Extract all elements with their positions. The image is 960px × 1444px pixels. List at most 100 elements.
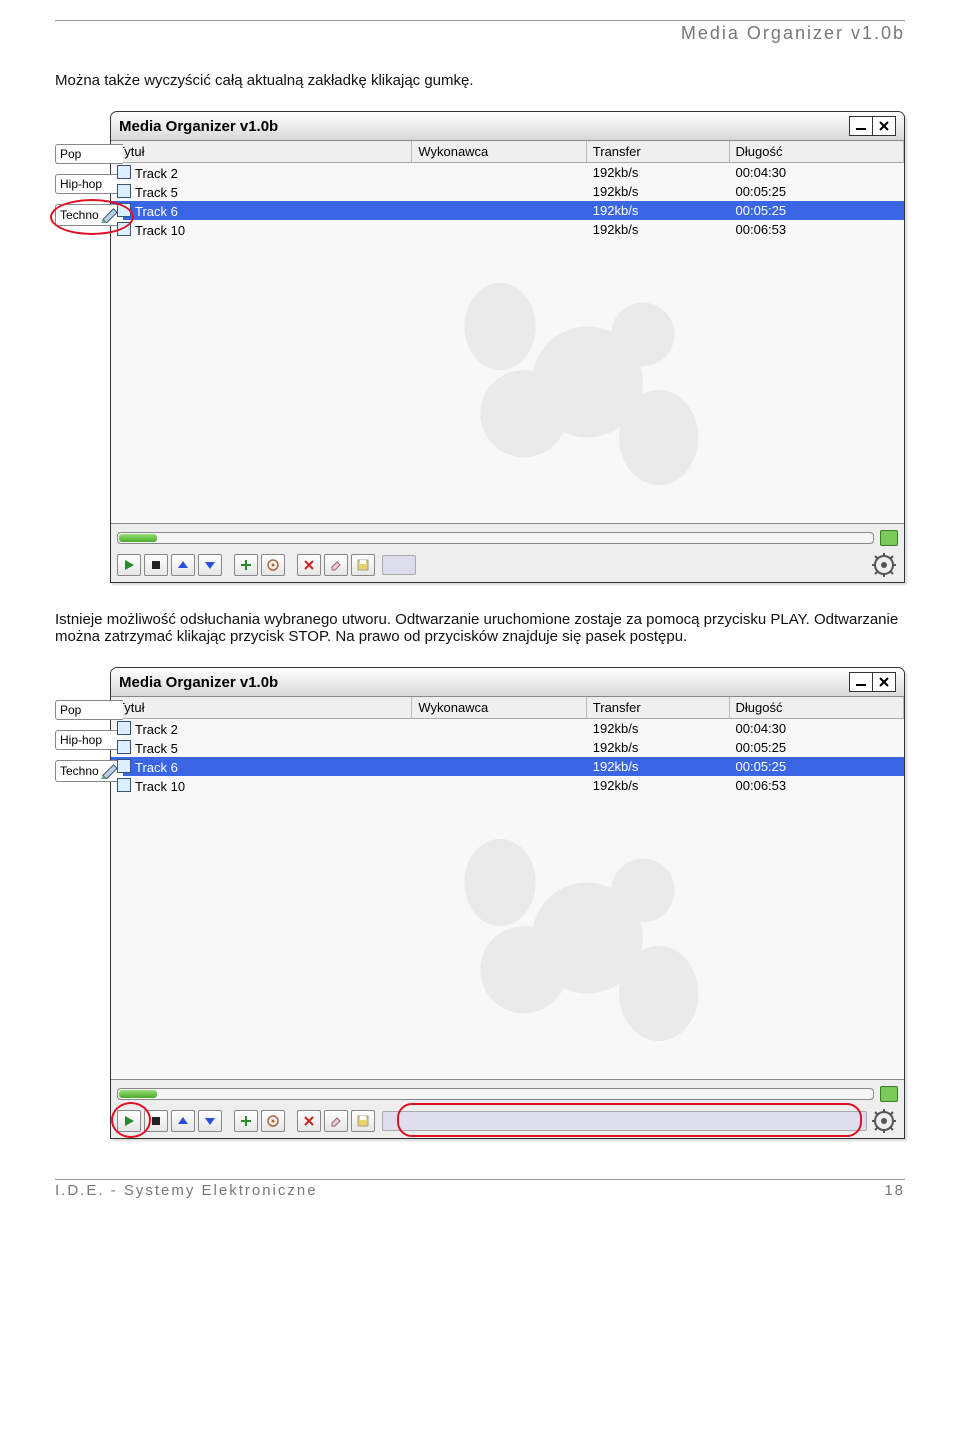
- stop-button[interactable]: [144, 1110, 168, 1132]
- tab-techno-label: Techno: [60, 208, 99, 222]
- cell-transfer: 192kb/s: [587, 202, 730, 219]
- list-row-selected[interactable]: Track 6 192kb/s 00:05:25: [111, 201, 904, 220]
- cell-artist: [412, 747, 586, 749]
- cd-button[interactable]: [261, 1110, 285, 1132]
- col-artist[interactable]: Wykonawca: [412, 141, 586, 162]
- delete-button[interactable]: [297, 1110, 321, 1132]
- cell-transfer: 192kb/s: [587, 164, 730, 181]
- side-tabs: Pop Hip-hop Techno: [55, 144, 123, 226]
- file-icon: [117, 740, 131, 754]
- tab-pop-label: Pop: [60, 147, 81, 161]
- col-length[interactable]: Długość: [730, 697, 904, 718]
- delete-button[interactable]: [297, 554, 321, 576]
- cell-transfer: 192kb/s: [587, 720, 730, 737]
- cell-title: Track 6: [135, 760, 178, 775]
- eject-button[interactable]: [880, 1086, 898, 1102]
- down-button[interactable]: [198, 554, 222, 576]
- play-button[interactable]: [117, 554, 141, 576]
- list-row[interactable]: Track 5 192kb/s 00:05:25: [111, 182, 904, 201]
- play-button[interactable]: [117, 1110, 141, 1132]
- save-button[interactable]: [351, 1110, 375, 1132]
- list-row-selected[interactable]: Track 6 192kb/s 00:05:25: [111, 757, 904, 776]
- tab-hiphop-label: Hip-hop: [60, 733, 102, 747]
- close-button[interactable]: [872, 116, 896, 136]
- tab-techno[interactable]: Techno: [55, 760, 123, 782]
- list-row[interactable]: Track 2 192kb/s 00:04:30: [111, 719, 904, 738]
- up-button[interactable]: [171, 1110, 195, 1132]
- tab-hiphop-label: Hip-hop: [60, 177, 102, 191]
- add-button[interactable]: [234, 554, 258, 576]
- list-row[interactable]: Track 10 192kb/s 00:06:53: [111, 220, 904, 239]
- titlebar: Media Organizer v1.0b: [111, 668, 904, 697]
- cell-artist: [412, 172, 586, 174]
- header-title: Media Organizer v1.0b: [55, 23, 905, 44]
- list-body: Track 2 192kb/s 00:04:30 Track 5 192kb/s…: [111, 163, 904, 523]
- down-button[interactable]: [198, 1110, 222, 1132]
- app-window: Media Organizer v1.0b Tytuł Wykonawca Tr…: [110, 111, 905, 583]
- col-length[interactable]: Długość: [730, 141, 904, 162]
- add-button[interactable]: [234, 1110, 258, 1132]
- cell-length: 00:05:25: [730, 202, 904, 219]
- eraser-button[interactable]: [324, 554, 348, 576]
- save-button[interactable]: [351, 554, 375, 576]
- tab-pop[interactable]: Pop: [55, 144, 123, 164]
- list-header: Tytuł Wykonawca Transfer Długość: [111, 141, 904, 163]
- col-transfer[interactable]: Transfer: [587, 141, 730, 162]
- file-icon: [117, 721, 131, 735]
- cell-length: 00:04:30: [730, 720, 904, 737]
- col-artist[interactable]: Wykonawca: [412, 697, 586, 718]
- list-body: Track 2 192kb/s 00:04:30 Track 5 192kb/s…: [111, 719, 904, 1079]
- playback-progress[interactable]: [382, 555, 416, 575]
- file-icon: [117, 222, 131, 236]
- cell-title: Track 6: [135, 204, 178, 219]
- settings-button[interactable]: [870, 1108, 898, 1134]
- tab-pop[interactable]: Pop: [55, 700, 123, 720]
- footer-page: 18: [884, 1182, 905, 1199]
- cell-transfer: 192kb/s: [587, 777, 730, 794]
- cell-title: Track 5: [135, 741, 178, 756]
- cell-transfer: 192kb/s: [587, 183, 730, 200]
- up-button[interactable]: [171, 554, 195, 576]
- cell-length: 00:06:53: [730, 221, 904, 238]
- statusbar: [111, 523, 904, 582]
- file-icon: [117, 184, 131, 198]
- cell-length: 00:05:25: [730, 183, 904, 200]
- cell-artist: [412, 191, 586, 193]
- eject-button[interactable]: [880, 530, 898, 546]
- cd-button[interactable]: [261, 554, 285, 576]
- settings-button[interactable]: [870, 552, 898, 578]
- cell-artist: [412, 785, 586, 787]
- tab-pop-label: Pop: [60, 703, 81, 717]
- cell-length: 00:04:30: [730, 164, 904, 181]
- side-tabs: Pop Hip-hop Techno: [55, 700, 123, 782]
- minimize-button[interactable]: [849, 672, 873, 692]
- tab-techno[interactable]: Techno: [55, 204, 123, 226]
- cell-artist: [412, 210, 586, 212]
- cell-artist: [412, 766, 586, 768]
- tab-hiphop[interactable]: Hip-hop: [55, 174, 123, 194]
- brush-icon: [101, 763, 119, 779]
- stop-button[interactable]: [144, 554, 168, 576]
- screenshot-1: Pop Hip-hop Techno Media Organizer v1.0b: [55, 111, 905, 583]
- list-row[interactable]: Track 2 192kb/s 00:04:30: [111, 163, 904, 182]
- tab-hiphop[interactable]: Hip-hop: [55, 730, 123, 750]
- footer-left: I.D.E. - Systemy Elektroniczne: [55, 1182, 318, 1199]
- toolbar: [117, 552, 898, 578]
- close-button[interactable]: [872, 672, 896, 692]
- transfer-progress: [117, 532, 874, 544]
- col-title[interactable]: Tytuł: [111, 141, 412, 162]
- window-title: Media Organizer v1.0b: [119, 674, 278, 691]
- brush-icon: [101, 207, 119, 223]
- titlebar: Media Organizer v1.0b: [111, 112, 904, 141]
- col-transfer[interactable]: Transfer: [587, 697, 730, 718]
- list-row[interactable]: Track 5 192kb/s 00:05:25: [111, 738, 904, 757]
- eraser-button[interactable]: [324, 1110, 348, 1132]
- col-title[interactable]: Tytuł: [111, 697, 412, 718]
- cell-artist: [412, 728, 586, 730]
- list-row[interactable]: Track 10 192kb/s 00:06:53: [111, 776, 904, 795]
- playback-progress[interactable]: [382, 1111, 867, 1131]
- minimize-button[interactable]: [849, 116, 873, 136]
- cell-length: 00:06:53: [730, 777, 904, 794]
- toolbar: [117, 1108, 898, 1134]
- transfer-progress: [117, 1088, 874, 1100]
